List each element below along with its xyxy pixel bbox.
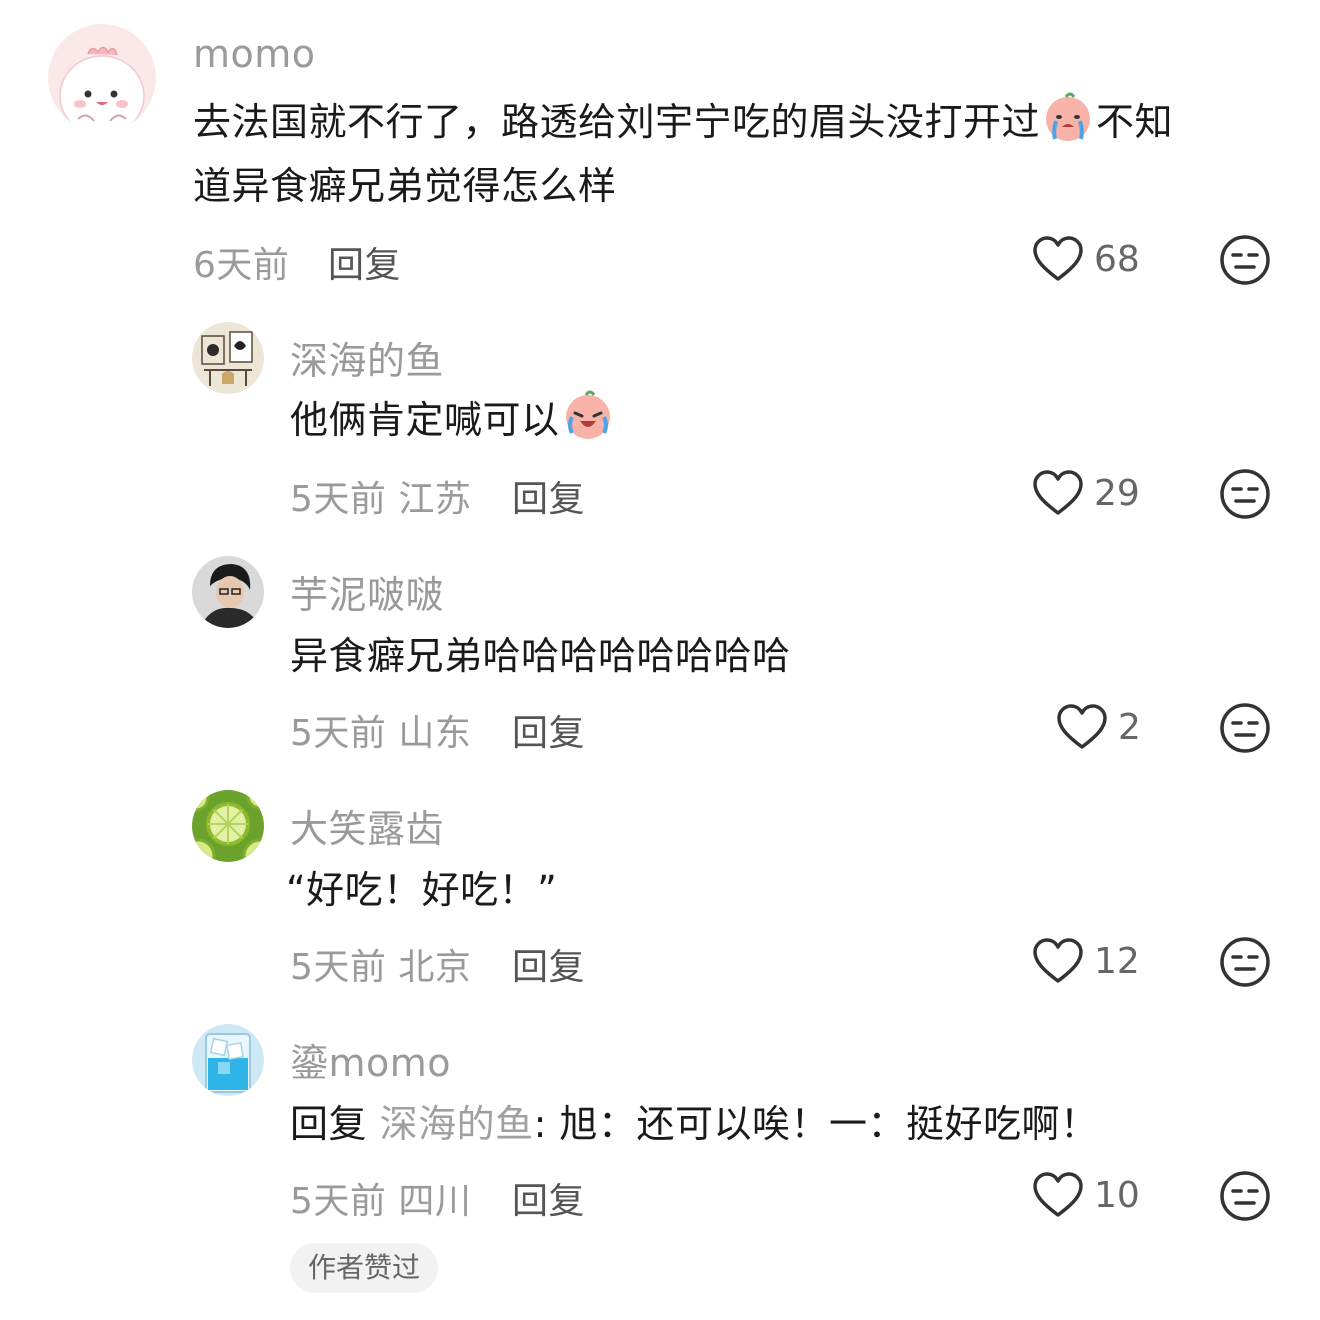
like-count: 12: [1094, 940, 1140, 982]
meh-face-icon: [1220, 937, 1270, 987]
comment-text-part: 他俩肯定喊可以: [290, 398, 560, 442]
like-count: 68: [1094, 238, 1140, 280]
comment-text-part: 不知: [1096, 100, 1174, 144]
reply-prefix: 回复: [290, 1102, 368, 1146]
crying-emoji-icon: [1042, 91, 1094, 143]
like-count: 2: [1118, 706, 1141, 748]
comment-text: “好吃！好吃！”: [286, 868, 558, 912]
comment-text: 他俩肯定喊可以: [290, 388, 616, 452]
meh-face-icon: [1220, 1171, 1270, 1221]
comment-location: 北京: [398, 947, 472, 988]
comment-text-part: : 旭：还可以唉！一：挺好吃啊！: [533, 1102, 1099, 1146]
comment-time-label: 5天前: [290, 479, 387, 520]
comment-username[interactable]: 深海的鱼: [290, 330, 444, 385]
comment-text-part: 去法国就不行了，路透给刘宇宁吃的眉头没打开过: [193, 100, 1041, 144]
reply-target-user[interactable]: 深海的鱼: [380, 1102, 534, 1146]
author-liked-badge: 作者赞过: [290, 1243, 439, 1293]
heart-icon: [1033, 470, 1083, 515]
dislike-button[interactable]: [1219, 936, 1271, 988]
comment-time: 5天前 山东: [290, 704, 471, 756]
dislike-button[interactable]: [1219, 702, 1271, 754]
comment-location: 四川: [398, 1181, 472, 1222]
like-button[interactable]: 12: [1032, 937, 1140, 985]
comment-username[interactable]: 芋泥啵啵: [290, 564, 444, 619]
comment-time: 5天前 北京: [290, 938, 471, 990]
comment-text: 去法国就不行了，路透给刘宇宁吃的眉头没打开过 不知 道异食癖兄弟觉得怎么样: [193, 90, 1173, 218]
meh-face-icon: [1220, 469, 1270, 519]
like-count: 10: [1094, 1174, 1140, 1216]
heart-icon: [1033, 1172, 1083, 1217]
comment-time-label: 5天前: [290, 713, 387, 754]
crying-emoji-icon: [562, 389, 614, 441]
like-count: 29: [1094, 472, 1140, 514]
dislike-button[interactable]: [1219, 468, 1271, 520]
avatar-yuni[interactable]: [192, 556, 264, 628]
dislike-button[interactable]: [1219, 234, 1271, 286]
meh-face-icon: [1220, 235, 1270, 285]
comment-time: 6天前: [193, 245, 290, 286]
comment-text: 异食癖兄弟哈哈哈哈哈哈哈哈: [290, 634, 791, 678]
comment-location: 山东: [398, 713, 472, 754]
avatar-shenhai[interactable]: [192, 322, 264, 394]
comment-time: 5天前 四川: [290, 1172, 471, 1224]
like-button[interactable]: 10: [1032, 1171, 1140, 1219]
like-button[interactable]: 68: [1032, 235, 1140, 283]
comment-username[interactable]: 鎏momo: [290, 1032, 451, 1087]
comment-time-label: 5天前: [290, 1181, 387, 1222]
comment-location: 江苏: [398, 479, 472, 520]
reply-button[interactable]: 回复: [512, 938, 585, 990]
heart-icon: [1057, 704, 1107, 749]
avatar-momo[interactable]: [48, 24, 156, 132]
comment-time-label: 5天前: [290, 947, 387, 988]
dislike-button[interactable]: [1219, 1170, 1271, 1222]
reply-button[interactable]: 回复: [512, 470, 585, 522]
like-button[interactable]: 2: [1056, 703, 1141, 751]
reply-button[interactable]: 回复: [512, 1172, 585, 1224]
meh-face-icon: [1220, 703, 1270, 753]
reply-button[interactable]: 回复: [328, 236, 401, 288]
heart-icon: [1033, 938, 1083, 983]
heart-icon: [1033, 236, 1083, 281]
comment-username[interactable]: momo: [193, 32, 316, 76]
avatar-liumomo[interactable]: [192, 1024, 264, 1096]
comment-text-part: 道异食癖兄弟觉得怎么样: [193, 164, 617, 208]
comment-time: 5天前 江苏: [290, 470, 471, 522]
comment-text: 回复 深海的鱼: 旭：还可以唉！一：挺好吃啊！: [290, 1092, 1099, 1156]
reply-button[interactable]: 回复: [512, 704, 585, 756]
like-button[interactable]: 29: [1032, 469, 1140, 517]
comment-username[interactable]: 大笑露齿: [290, 798, 444, 853]
avatar-daxiao[interactable]: [192, 790, 264, 862]
